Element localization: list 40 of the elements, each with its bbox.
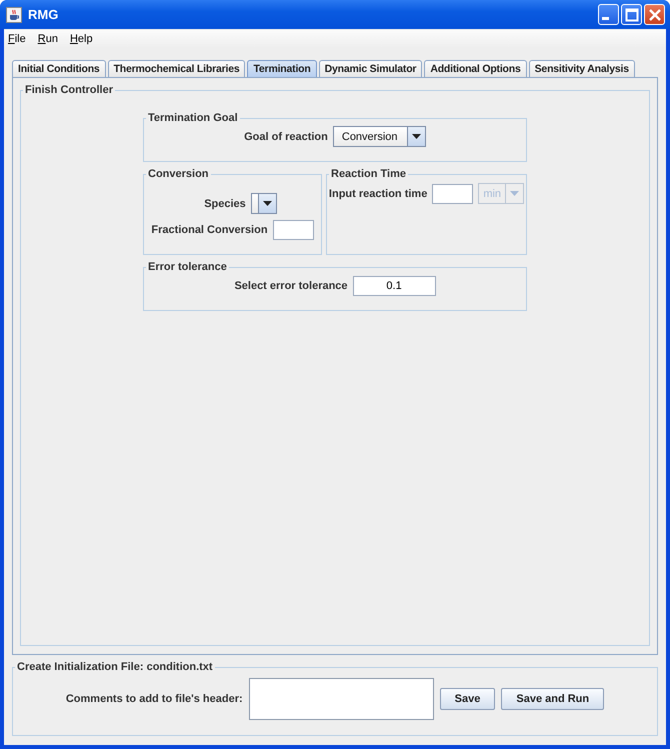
close-button[interactable]: [644, 4, 665, 25]
action-button[interactable]: Save and Run: [501, 688, 604, 710]
action-button[interactable]: Save: [440, 688, 496, 710]
tolerance-field[interactable]: 0.1: [352, 276, 436, 296]
minimize-icon: [602, 17, 609, 20]
species-label: Species: [204, 198, 246, 210]
tolerance-label: Select error tolerance: [234, 280, 348, 292]
fraction-label: Fractional Conversion: [151, 224, 268, 236]
caret-icon: [412, 134, 421, 139]
menu-item[interactable]: Help: [70, 33, 93, 45]
group-title: Reaction Time: [330, 168, 407, 180]
comments-field[interactable]: [248, 678, 434, 720]
minimize-button[interactable]: [598, 4, 619, 25]
group-title: Conversion: [147, 168, 210, 180]
window-title: RMG: [28, 7, 60, 22]
tab[interactable]: Dynamic Simulator: [318, 60, 422, 77]
tab[interactable]: Sensitivity Analysis: [528, 60, 635, 77]
cup-icon: [6, 6, 22, 22]
time-field[interactable]: [432, 184, 474, 204]
fraction-field[interactable]: [272, 220, 314, 240]
group-title: Termination Goal: [147, 112, 239, 124]
maximize-button[interactable]: [621, 4, 642, 25]
maximize-icon: [624, 8, 638, 22]
time-label: Input reaction time: [328, 188, 428, 200]
menu-item[interactable]: File: [8, 33, 26, 45]
group-title: Error tolerance: [147, 261, 228, 273]
goal-label: Goal of reaction: [244, 130, 328, 142]
tab[interactable]: Thermochemical Libraries: [108, 60, 246, 77]
species-dropdown[interactable]: [250, 193, 277, 214]
group-title: Finish Controller: [24, 84, 114, 96]
tab[interactable]: Additional Options: [424, 60, 527, 77]
goal-dropdown[interactable]: Conversion: [332, 126, 426, 147]
tab[interactable]: Initial Conditions: [12, 60, 106, 77]
tab[interactable]: Termination: [247, 60, 317, 77]
caret-icon: [510, 191, 520, 196]
close-icon: [648, 8, 662, 22]
menu-item[interactable]: Run: [38, 33, 58, 45]
comments-label: Comments to add to file's header:: [66, 693, 243, 705]
group-title: Create Initialization File: condition.txt: [16, 661, 214, 673]
caret-icon: [262, 201, 272, 206]
